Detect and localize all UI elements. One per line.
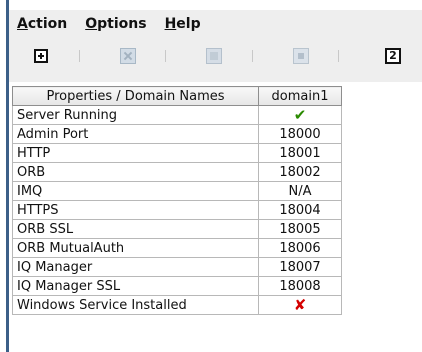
- menu-action-rest: ction: [27, 16, 68, 32]
- menu-options-rest: ptions: [97, 16, 147, 32]
- property-name: HTTP: [12, 143, 259, 163]
- property-name: Server Running: [12, 105, 259, 125]
- property-value: 18007: [258, 257, 342, 277]
- table-row[interactable]: ORB SSL 18005: [12, 219, 342, 239]
- refresh-icon[interactable]: 2: [385, 48, 401, 64]
- toolbar: 2: [9, 38, 422, 82]
- table-row[interactable]: Windows Service Installed ✘: [12, 295, 342, 315]
- toolbar-separator: [252, 50, 253, 62]
- domain-manager-window: Action Options Help 2 Properties / Domai…: [0, 0, 422, 352]
- menu-bar: Action Options Help: [9, 10, 422, 38]
- table-header-row: Properties / Domain Names domain1: [12, 86, 342, 106]
- property-value: 18005: [258, 219, 342, 239]
- toolbar-separator: [165, 50, 166, 62]
- menu-action[interactable]: Action: [17, 16, 67, 32]
- table-row[interactable]: IQ Manager 18007: [12, 257, 342, 277]
- table-row[interactable]: IQ Manager SSL 18008: [12, 276, 342, 296]
- table-row[interactable]: Admin Port 18000: [12, 124, 342, 144]
- menu-options-mnemonic: O: [85, 16, 98, 32]
- property-name: IQ Manager: [12, 257, 259, 277]
- table-row[interactable]: ORB MutualAuth 18006: [12, 238, 342, 258]
- add-domain-icon[interactable]: [34, 49, 48, 63]
- domain-properties-table: Properties / Domain Names domain1 Server…: [12, 86, 342, 315]
- column-header-properties[interactable]: Properties / Domain Names: [12, 86, 259, 106]
- table-row[interactable]: HTTP 18001: [12, 143, 342, 163]
- property-value: 18002: [258, 162, 342, 182]
- menu-help[interactable]: Help: [165, 16, 201, 32]
- menu-options[interactable]: Options: [85, 16, 146, 32]
- table-row[interactable]: ORB 18002: [12, 162, 342, 182]
- toolbar-separator: [79, 50, 80, 62]
- delete-domain-icon[interactable]: [120, 48, 136, 64]
- property-name: Admin Port: [12, 124, 259, 144]
- property-name: HTTPS: [12, 200, 259, 220]
- server-running-check-icon: ✔: [258, 105, 342, 125]
- table-row[interactable]: IMQ N/A: [12, 181, 342, 201]
- property-value: 18001: [258, 143, 342, 163]
- toolbar-separator: [338, 50, 339, 62]
- property-name: IQ Manager SSL: [12, 276, 259, 296]
- property-value: 18000: [258, 124, 342, 144]
- property-name: ORB: [12, 162, 259, 182]
- table-row[interactable]: HTTPS 18004: [12, 200, 342, 220]
- service-not-installed-cross-icon: ✘: [258, 295, 342, 315]
- property-name: Windows Service Installed: [12, 295, 259, 315]
- edit-domain-icon[interactable]: [206, 48, 222, 64]
- property-name: ORB MutualAuth: [12, 238, 259, 258]
- property-value: 18006: [258, 238, 342, 258]
- domain-action-icon[interactable]: [293, 48, 309, 64]
- menu-help-rest: elp: [176, 16, 201, 32]
- menu-help-mnemonic: H: [164, 16, 177, 32]
- menu-action-mnemonic: A: [17, 16, 28, 32]
- property-value: 18004: [258, 200, 342, 220]
- column-header-domain1[interactable]: domain1: [258, 86, 342, 106]
- property-value: 18008: [258, 276, 342, 296]
- property-name: IMQ: [12, 181, 259, 201]
- domain-table-container: Properties / Domain Names domain1 Server…: [12, 86, 422, 352]
- table-row[interactable]: Server Running ✔: [12, 105, 342, 125]
- property-value: N/A: [258, 181, 342, 201]
- property-name: ORB SSL: [12, 219, 259, 239]
